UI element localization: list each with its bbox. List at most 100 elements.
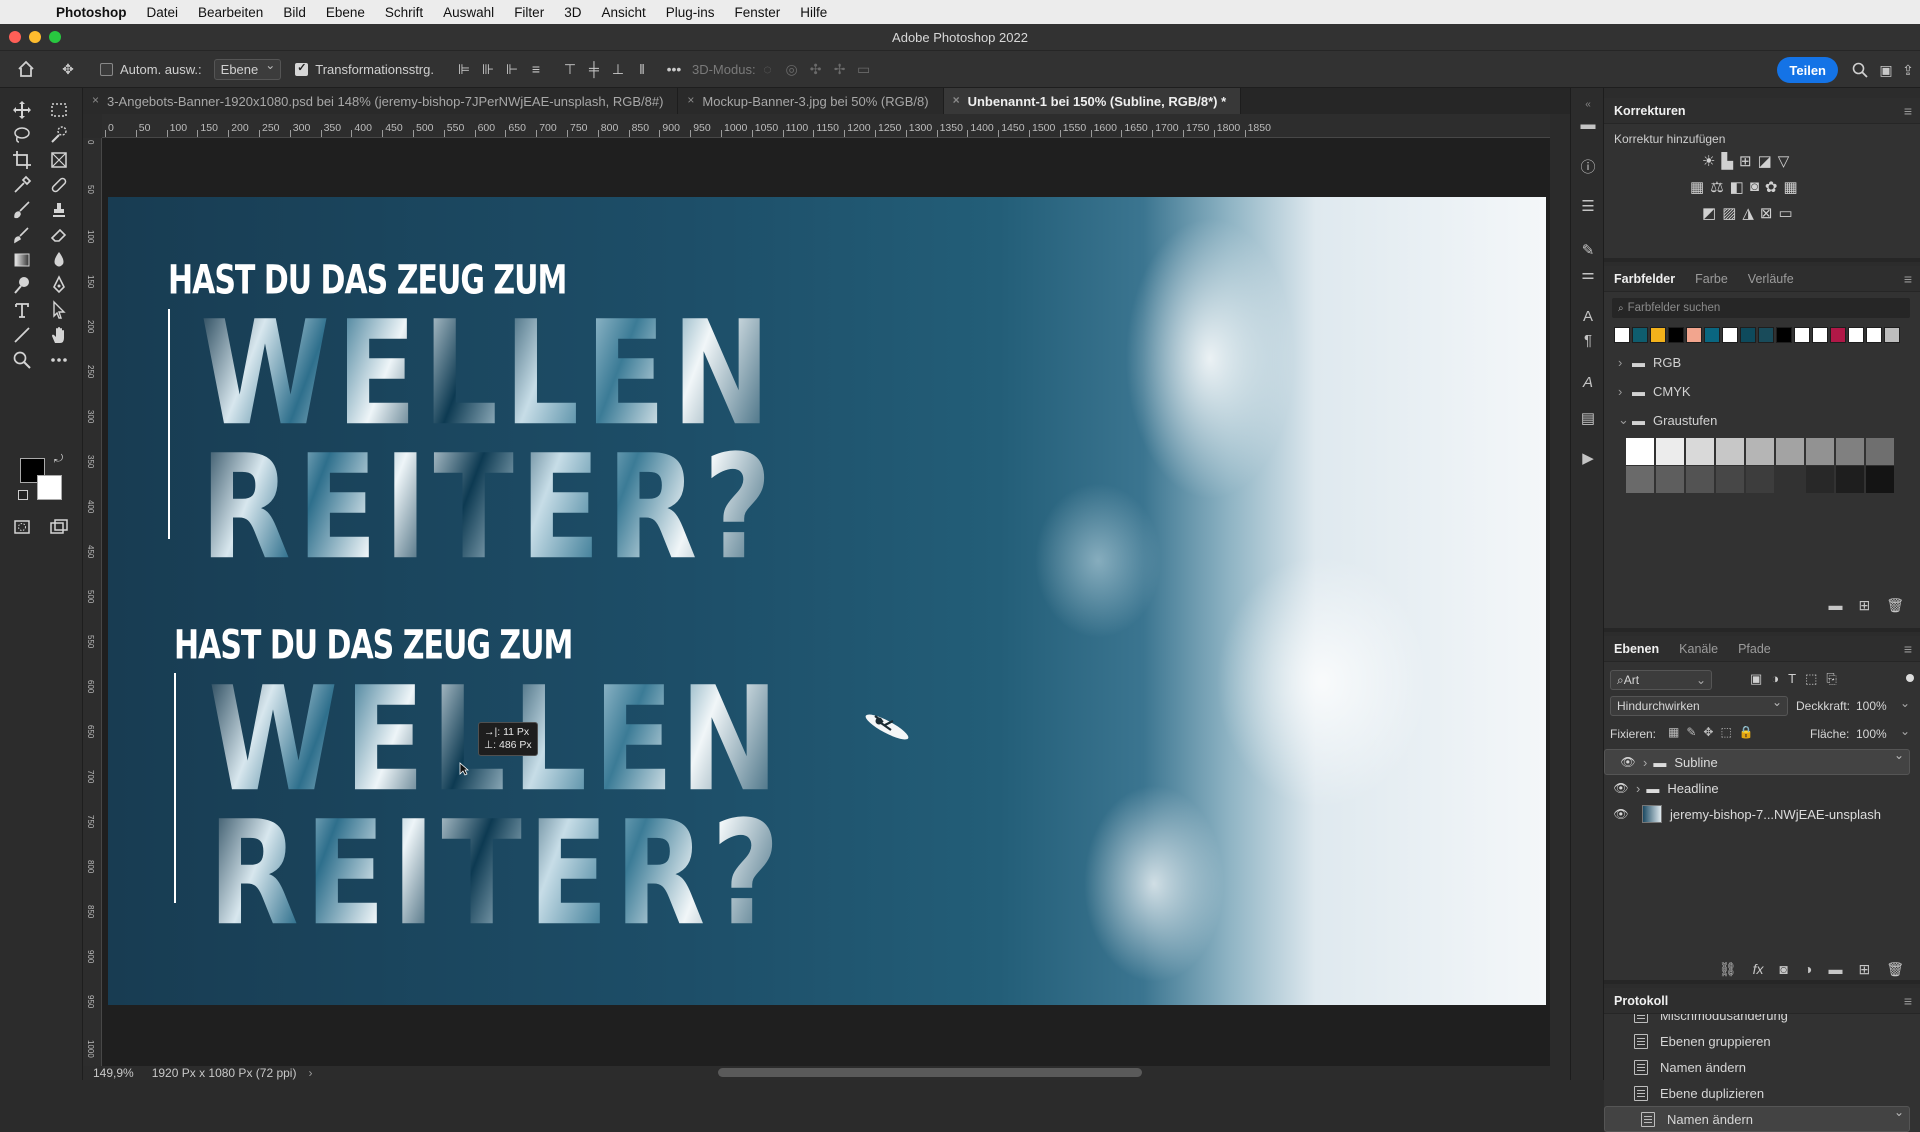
share-button[interactable]: Teilen: [1777, 57, 1838, 83]
gray-swatch[interactable]: [1626, 466, 1654, 493]
adjustments-panel-title[interactable]: Korrekturen: [1604, 104, 1696, 118]
selective-color-icon[interactable]: ⊠: [1760, 204, 1773, 222]
align-center-icon[interactable]: ⊪: [476, 57, 500, 81]
new-group-icon[interactable]: ▬: [1828, 961, 1842, 977]
crop-tool-icon[interactable]: [7, 146, 37, 174]
tab-color[interactable]: Farbe: [1685, 272, 1738, 286]
gray-swatch[interactable]: [1806, 466, 1834, 493]
swap-colors-icon[interactable]: ⤾: [54, 453, 63, 466]
lasso-tool-icon[interactable]: [7, 121, 37, 149]
auto-select-checkbox[interactable]: [100, 62, 113, 76]
history-brush-tool-icon[interactable]: [7, 221, 37, 249]
default-colors-icon[interactable]: [18, 490, 28, 500]
threshold-icon[interactable]: ◮: [1742, 204, 1754, 222]
menu-edit[interactable]: Bearbeiten: [188, 5, 273, 20]
align-left-icon[interactable]: ⊫: [452, 57, 476, 81]
filter-pixel-icon[interactable]: ▣: [1750, 671, 1762, 687]
gray-swatch[interactable]: [1686, 466, 1714, 493]
color-swatch[interactable]: [1740, 327, 1756, 343]
gray-swatch[interactable]: [1656, 438, 1684, 465]
layer-row-headline[interactable]: 👁 › ▬ Headline: [1604, 775, 1910, 801]
auto-select-dropdown[interactable]: Ebene: [213, 58, 282, 80]
frame-tool-icon[interactable]: [44, 146, 74, 174]
new-adjustment-layer-icon[interactable]: ◑: [1804, 961, 1812, 977]
color-swatch[interactable]: [1686, 327, 1702, 343]
gray-swatch[interactable]: [1716, 466, 1744, 493]
ruler-vertical[interactable]: 0 50 100 150 200 250 300 350 400 450 500 550 600 650 7…: [83, 138, 102, 1066]
menu-app[interactable]: Photoshop: [56, 5, 137, 20]
workspace-icon[interactable]: ▣: [1874, 58, 1898, 82]
comments-icon[interactable]: ▬: [1575, 112, 1601, 136]
vibrance-adjustment-icon[interactable]: ▽: [1778, 152, 1790, 170]
move-tool-icon[interactable]: [7, 96, 37, 124]
paragraph-icon[interactable]: ¶: [1575, 328, 1601, 352]
gray-swatch[interactable]: [1626, 438, 1654, 465]
menu-help[interactable]: Hilfe: [790, 5, 837, 20]
menu-view[interactable]: Ansicht: [591, 5, 655, 20]
panel-menu-icon[interactable]: ≡: [1904, 271, 1912, 287]
canvas-workspace[interactable]: HAST DU DAS ZEUG ZUM WELLEN REITER? HAST…: [102, 138, 1550, 1066]
dodge-tool-icon[interactable]: [7, 271, 37, 299]
zoom-tool-icon[interactable]: [7, 346, 37, 374]
tab-paths[interactable]: Pfade: [1728, 642, 1781, 656]
color-swatch[interactable]: [1866, 327, 1882, 343]
align-bottom-icon[interactable]: ⊥: [606, 57, 630, 81]
menu-select[interactable]: Auswahl: [433, 5, 504, 20]
lock-position-icon[interactable]: ✥: [1703, 725, 1713, 739]
brush-settings-icon[interactable]: ✎: [1575, 238, 1601, 262]
screen-mode-icon[interactable]: [44, 513, 74, 541]
quick-selection-tool-icon[interactable]: [44, 121, 74, 149]
expand-panels-icon[interactable]: [1604, 88, 1920, 94]
layer-row-subline[interactable]: 👁 › ▬ Subline: [1604, 748, 1910, 775]
headline-text-1b[interactable]: REITER?: [200, 423, 778, 591]
distribute-vertical-icon[interactable]: ‖: [630, 57, 654, 81]
quick-mask-icon[interactable]: [7, 513, 37, 541]
menu-plugins[interactable]: Plug-ins: [656, 5, 725, 20]
gray-swatch[interactable]: [1836, 438, 1864, 465]
close-tab-icon[interactable]: ×: [92, 93, 99, 107]
swatches-search[interactable]: ⌕ Farbfelder suchen: [1612, 298, 1910, 318]
swatch-group-cmyk[interactable]: › ▬ CMYK: [1618, 380, 1691, 402]
lock-image-icon[interactable]: ✎: [1686, 725, 1696, 739]
color-lookup-icon[interactable]: ▦: [1783, 178, 1797, 196]
menu-image[interactable]: Bild: [273, 5, 316, 20]
align-right-icon[interactable]: ⊩: [500, 57, 524, 81]
headline-text-2b[interactable]: REITER?: [208, 789, 786, 957]
delete-icon[interactable]: 🗑: [1886, 597, 1904, 614]
menu-type[interactable]: Schrift: [375, 5, 433, 20]
chevron-right-icon[interactable]: ›: [1643, 755, 1647, 770]
filter-toggle[interactable]: [1906, 674, 1914, 682]
chevron-down-icon[interactable]: ⌄: [1900, 696, 1910, 710]
path-selection-tool-icon[interactable]: [44, 296, 74, 324]
swatch-group-grays[interactable]: ⌄ ▬ Graustufen: [1618, 409, 1717, 431]
healing-brush-tool-icon[interactable]: [44, 171, 74, 199]
search-icon[interactable]: [1848, 58, 1872, 82]
lock-all-icon[interactable]: 🔒: [1739, 725, 1754, 739]
menu-filter[interactable]: Filter: [504, 5, 554, 20]
color-swatch[interactable]: [1830, 327, 1846, 343]
eyedropper-tool-icon[interactable]: [7, 171, 37, 199]
brightness-adjustment-icon[interactable]: ☀: [1702, 152, 1715, 170]
gray-swatch[interactable]: [1746, 466, 1774, 493]
history-item[interactable]: Ebenen gruppieren: [1604, 1028, 1910, 1054]
chevron-right-icon[interactable]: ›: [308, 1066, 312, 1080]
libraries-icon[interactable]: ▤: [1575, 406, 1601, 430]
layer-filter-dropdown[interactable]: ⌕ Art ⌄: [1610, 670, 1712, 690]
new-group-icon[interactable]: ▬: [1828, 597, 1842, 613]
history-item[interactable]: Mischmodusänderung: [1604, 1014, 1910, 1028]
properties-icon[interactable]: ☰: [1575, 194, 1601, 218]
gray-swatch[interactable]: [1716, 438, 1744, 465]
distribute-icon[interactable]: ≡: [524, 57, 548, 81]
history-panel-title[interactable]: Protokoll: [1604, 994, 1678, 1008]
blend-mode-dropdown[interactable]: Hindurchwirken: [1610, 695, 1788, 716]
hue-saturation-icon[interactable]: ▦: [1690, 178, 1704, 196]
more-options-icon[interactable]: •••: [662, 57, 686, 81]
exposure-adjustment-icon[interactable]: ◪: [1758, 152, 1772, 170]
actions-play-icon[interactable]: ▶: [1575, 446, 1601, 470]
filter-smart-object-icon[interactable]: ⎘: [1826, 671, 1836, 687]
maximize-window-button[interactable]: [49, 31, 61, 43]
panel-menu-icon[interactable]: ≡: [1904, 993, 1912, 1009]
new-layer-icon[interactable]: ⊞: [1858, 961, 1870, 978]
eraser-tool-icon[interactable]: [44, 221, 74, 249]
panel-menu-icon[interactable]: ≡: [1904, 103, 1912, 119]
